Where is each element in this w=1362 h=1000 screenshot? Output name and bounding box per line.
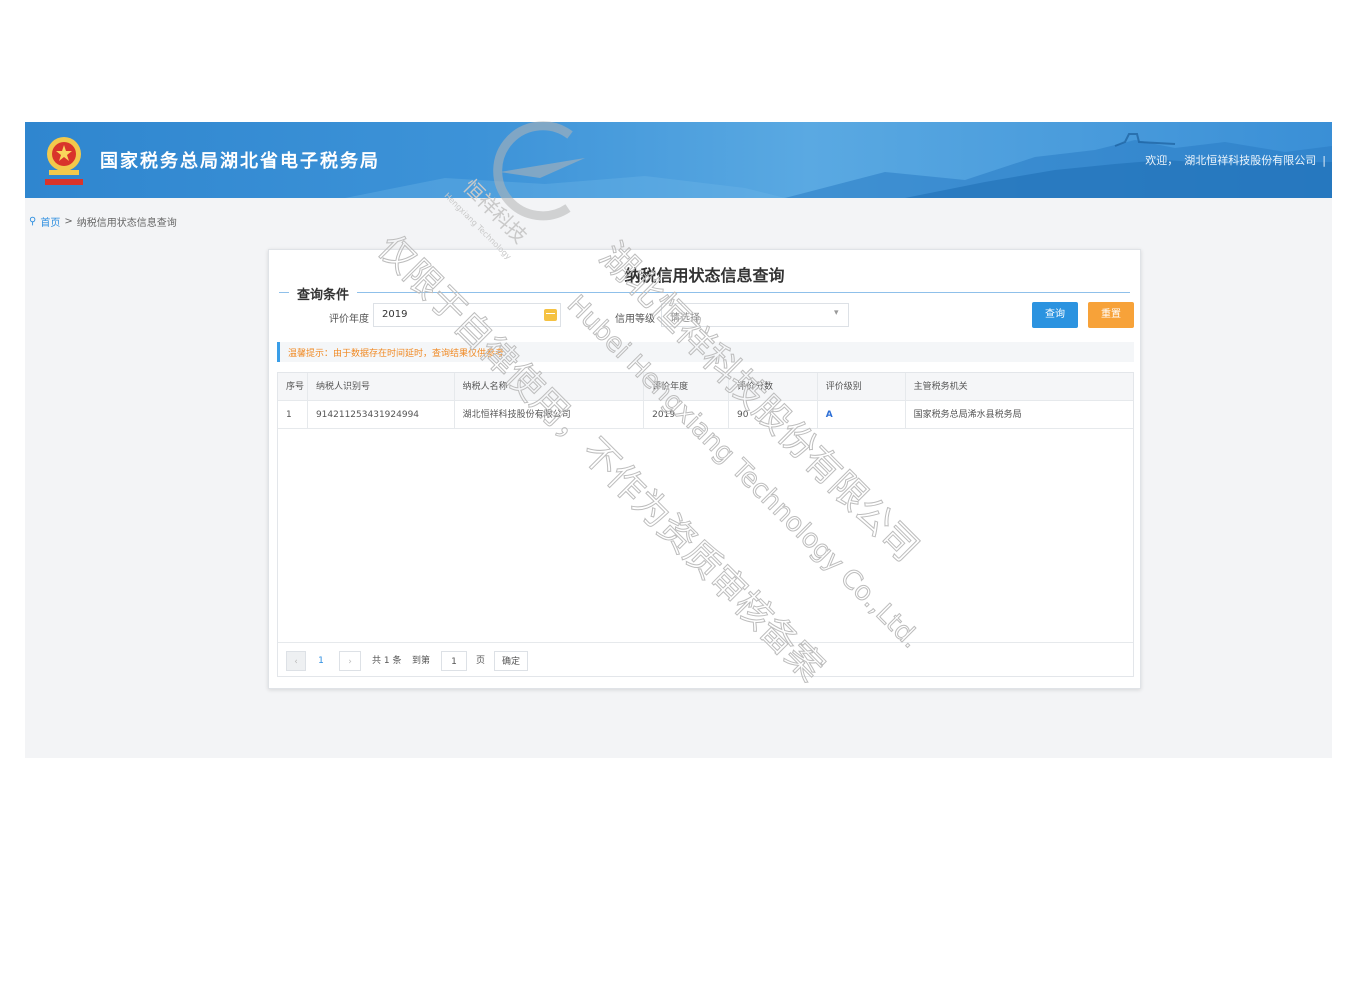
credit-level-label: 信用等级: [615, 314, 655, 325]
breadcrumb: ⚲ 首页 > 纳税信用状态信息查询: [29, 214, 177, 229]
company-name-link[interactable]: 湖北恒祥科技股份有限公司: [1184, 154, 1316, 167]
reset-button[interactable]: 重置: [1088, 302, 1134, 328]
table-header-row: 序号 纳税人识别号 纳税人名称 评价年度 评价分数 评价级别 主管税务机关: [278, 373, 1133, 401]
column-header: 评价分数: [729, 373, 818, 400]
table-cell: 湖北恒祥科技股份有限公司: [455, 401, 645, 428]
breadcrumb-arrow: >: [64, 216, 73, 227]
column-header: 序号: [278, 373, 308, 400]
location-pin-icon: ⚲: [29, 216, 37, 227]
page-title: 纳税信用状态信息查询: [624, 266, 785, 285]
table-cell: 1: [278, 401, 308, 428]
next-page-button[interactable]: ›: [339, 651, 361, 671]
fieldset-divider: [279, 292, 1130, 293]
total-count: 共 1 条: [372, 656, 402, 666]
breadcrumb-home[interactable]: 首页: [40, 214, 60, 229]
header-banner: 国家税务总局湖北省电子税务局 欢迎， 湖北恒祥科技股份有限公司 |: [25, 122, 1332, 198]
query-button[interactable]: 查询: [1032, 302, 1078, 328]
year-input[interactable]: 2019: [373, 303, 561, 327]
query-card: 纳税信用状态信息查询 查询条件 评价年度 2019 信用等级 请选择 ▾ 查询 …: [268, 249, 1141, 689]
app-frame: 国家税务总局湖北省电子税务局 欢迎， 湖北恒祥科技股份有限公司 | ⚲ 首页 > 纳…: [25, 122, 1332, 758]
column-header: 纳税人名称: [455, 373, 645, 400]
goto-confirm-button[interactable]: 确定: [494, 651, 528, 671]
breadcrumb-current: 纳税信用状态信息查询: [76, 218, 177, 229]
calendar-icon[interactable]: [544, 309, 557, 321]
table-cell: 90: [729, 401, 818, 428]
column-header: 主管税务机关: [913, 382, 968, 392]
table-cell: 914211253431924994: [308, 401, 455, 428]
site-title: 国家税务总局湖北省电子税务局: [100, 151, 380, 172]
result-table: 序号 纳税人识别号 纳税人名称 评价年度 评价分数 评价级别 主管税务机关 1 …: [277, 372, 1134, 677]
goto-page-input[interactable]: 1: [441, 651, 467, 671]
welcome-user: 欢迎， 湖北恒祥科技股份有限公司 |: [1139, 152, 1326, 168]
page-number-button[interactable]: 1: [311, 651, 331, 671]
tax-emblem-icon: [45, 137, 83, 185]
query-conditions-legend: 查询条件: [289, 284, 358, 303]
prev-page-button[interactable]: ‹: [286, 651, 306, 671]
year-label: 评价年度: [329, 314, 369, 325]
table-cell: 2019: [644, 401, 729, 428]
tip-banner: 温馨提示：由于数据存在时间延时，查询结果仅供参考: [277, 342, 1134, 362]
column-header: 评价级别: [818, 373, 906, 400]
header-separator: |: [1322, 154, 1326, 167]
table-cell: 国家税务总局浠水县税务局: [913, 410, 1022, 420]
credit-grade: A: [818, 401, 906, 428]
pagination: ‹ 1 › 共 1 条 到第 1 页 确定: [278, 642, 1133, 676]
welcome-label: 欢迎，: [1145, 154, 1179, 167]
column-header: 评价年度: [644, 373, 729, 400]
page-unit-label: 页: [476, 656, 486, 666]
table-row[interactable]: 1 914211253431924994 湖北恒祥科技股份有限公司 2019 9…: [278, 401, 1133, 429]
chevron-down-icon[interactable]: ▾: [834, 308, 839, 318]
goto-label: 到第: [412, 656, 431, 666]
credit-level-select[interactable]: 请选择: [661, 303, 849, 327]
column-header: 纳税人识别号: [308, 373, 455, 400]
